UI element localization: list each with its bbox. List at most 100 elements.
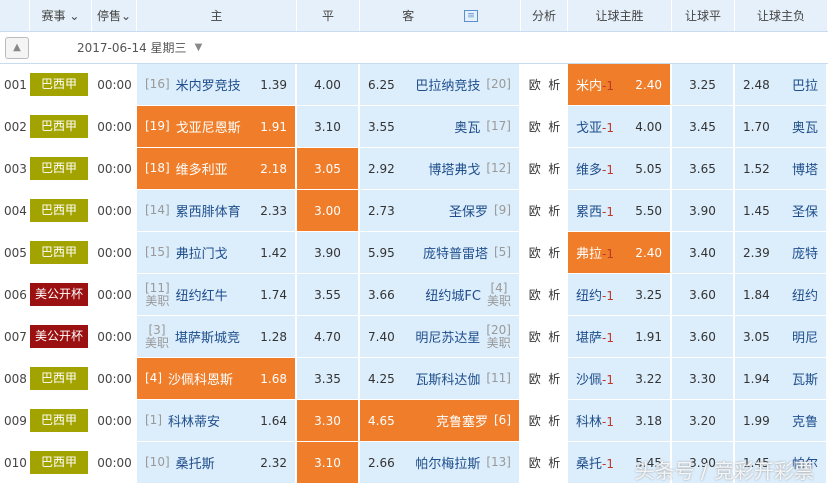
home-win-cell[interactable]: [11] 美职 纽约红牛 1.74 (137, 274, 297, 315)
away-win-cell[interactable]: 2.73 圣保罗 [9] (360, 190, 521, 231)
odds-link[interactable]: 欧 (529, 328, 541, 345)
draw-cell[interactable]: 3.90 (297, 232, 360, 273)
analysis-link[interactable]: 析 (548, 118, 560, 135)
hh-win-cell[interactable]: 维多-1 5.05 (568, 148, 672, 189)
hh-win-cell[interactable]: 戈亚-1 4.00 (568, 106, 672, 147)
hh-win-cell[interactable]: 科林-1 3.18 (568, 400, 672, 441)
stop-time: 00:00 (97, 77, 132, 92)
odds: 3.40 (689, 245, 716, 260)
analysis-link[interactable]: 析 (548, 76, 560, 93)
odds-link[interactable]: 欧 (529, 370, 541, 387)
league-badge[interactable]: 巴西甲 (30, 115, 88, 138)
away-win-cell[interactable]: 2.66 帕尔梅拉斯 [13] (360, 442, 521, 483)
league-badge[interactable]: 巴西甲 (30, 73, 88, 96)
analysis-link[interactable]: 析 (548, 370, 560, 387)
hh-draw-cell[interactable]: 3.30 (672, 358, 735, 399)
hh-lose-cell[interactable]: 2.39 庞特 (735, 232, 828, 273)
away-win-cell[interactable]: 3.55 奥瓦 [17] (360, 106, 521, 147)
draw-cell[interactable]: 3.10 (297, 442, 360, 483)
home-win-cell[interactable]: [4] 沙佩科恩斯 1.68 (137, 358, 297, 399)
stop-time: 00:00 (97, 371, 132, 386)
odds: 6.25 (368, 77, 395, 92)
league-badge[interactable]: 美公开杯 (30, 325, 88, 348)
analysis-link[interactable]: 析 (548, 328, 560, 345)
analysis-link[interactable]: 析 (548, 286, 560, 303)
analysis-link[interactable]: 析 (548, 244, 560, 261)
list-icon[interactable]: ≡ (464, 9, 478, 22)
analysis-link[interactable]: 析 (548, 454, 560, 471)
draw-cell[interactable]: 3.30 (297, 400, 360, 441)
hh-win-cell[interactable]: 堪萨-1 1.91 (568, 316, 672, 357)
hh-draw-cell[interactable]: 3.20 (672, 400, 735, 441)
draw-cell[interactable]: 3.05 (297, 148, 360, 189)
odds: 4.00 (635, 119, 662, 134)
draw-cell[interactable]: 3.55 (297, 274, 360, 315)
league-badge[interactable]: 巴西甲 (30, 367, 88, 390)
draw-cell[interactable]: 3.35 (297, 358, 360, 399)
hh-draw-cell[interactable]: 3.25 (672, 64, 735, 105)
home-win-cell[interactable]: [15] 弗拉门戈 1.42 (137, 232, 297, 273)
hh-draw-cell[interactable]: 3.45 (672, 106, 735, 147)
away-win-cell[interactable]: 4.25 瓦斯科达伽 [11] (360, 358, 521, 399)
draw-cell[interactable]: 4.00 (297, 64, 360, 105)
home-win-cell[interactable]: [18] 维多利亚 2.18 (137, 148, 297, 189)
home-win-cell[interactable]: [16] 米内罗竞技 1.39 (137, 64, 297, 105)
draw-cell[interactable]: 4.70 (297, 316, 360, 357)
collapse-button[interactable]: ▲ (5, 36, 29, 59)
away-team: 奥瓦 (454, 121, 481, 136)
hh-lose-cell[interactable]: 1.94 瓦斯 (735, 358, 828, 399)
hh-draw-cell[interactable]: 3.60 (672, 274, 735, 315)
hh-win-cell[interactable]: 累西-1 5.50 (568, 190, 672, 231)
league-badge[interactable]: 美公开杯 (30, 283, 88, 306)
odds-link[interactable]: 欧 (529, 118, 541, 135)
league-badge[interactable]: 巴西甲 (30, 157, 88, 180)
hh-win-cell[interactable]: 纽约-1 3.25 (568, 274, 672, 315)
away-win-cell[interactable]: 3.66 纽约城FC [4] 美职 (360, 274, 521, 315)
hh-lose-cell[interactable]: 1.70 奥瓦 (735, 106, 828, 147)
odds: 1.64 (260, 413, 287, 428)
away-win-cell[interactable]: 4.65 克鲁塞罗 [6] (360, 400, 521, 441)
odds-link[interactable]: 欧 (529, 244, 541, 261)
hh-win-cell[interactable]: 沙佩-1 3.22 (568, 358, 672, 399)
hh-lose-cell[interactable]: 1.45 圣保 (735, 190, 828, 231)
hh-lose-cell[interactable]: 1.52 博塔 (735, 148, 828, 189)
stop-filter[interactable]: 停售 ⌄ (92, 0, 137, 31)
home-win-cell[interactable]: [14] 累西腓体育 2.33 (137, 190, 297, 231)
away-win-cell[interactable]: 7.40 明尼苏达星 [20] 美职 (360, 316, 521, 357)
odds-link[interactable]: 欧 (529, 412, 541, 429)
hh-lose-cell[interactable]: 1.84 纽约 (735, 274, 828, 315)
league-filter[interactable]: 赛事 ⌄ (30, 0, 92, 31)
away-win-cell[interactable]: 5.95 庞特普雷塔 [5] (360, 232, 521, 273)
analysis-link[interactable]: 析 (548, 412, 560, 429)
home-win-cell[interactable]: [10] 桑托斯 2.32 (137, 442, 297, 483)
home-win-cell[interactable]: [1] 科林蒂安 1.64 (137, 400, 297, 441)
home-win-cell[interactable]: [19] 戈亚尼恩斯 1.91 (137, 106, 297, 147)
triangle-down-icon[interactable]: ▼ (195, 42, 203, 53)
away-win-cell[interactable]: 2.92 博塔弗戈 [12] (360, 148, 521, 189)
hh-lose-cell[interactable]: 1.99 克鲁 (735, 400, 828, 441)
date-label[interactable]: 2017-06-14 星期三 (77, 39, 187, 56)
odds-link[interactable]: 欧 (529, 202, 541, 219)
league-badge[interactable]: 巴西甲 (30, 241, 88, 264)
analysis-link[interactable]: 析 (548, 160, 560, 177)
draw-cell[interactable]: 3.00 (297, 190, 360, 231)
hh-draw-cell[interactable]: 3.60 (672, 316, 735, 357)
odds-link[interactable]: 欧 (529, 454, 541, 471)
hh-win-cell[interactable]: 弗拉-1 2.40 (568, 232, 672, 273)
league-badge[interactable]: 巴西甲 (30, 409, 88, 432)
hh-lose-cell[interactable]: 2.48 巴拉 (735, 64, 828, 105)
hh-lose-cell[interactable]: 3.05 明尼 (735, 316, 828, 357)
odds-link[interactable]: 欧 (529, 286, 541, 303)
hh-draw-cell[interactable]: 3.90 (672, 190, 735, 231)
odds-link[interactable]: 欧 (529, 76, 541, 93)
hh-draw-cell[interactable]: 3.65 (672, 148, 735, 189)
hh-draw-cell[interactable]: 3.40 (672, 232, 735, 273)
away-win-cell[interactable]: 6.25 巴拉纳竞技 [20] (360, 64, 521, 105)
odds-link[interactable]: 欧 (529, 160, 541, 177)
league-badge[interactable]: 巴西甲 (30, 199, 88, 222)
draw-cell[interactable]: 3.10 (297, 106, 360, 147)
hh-win-cell[interactable]: 米内-1 2.40 (568, 64, 672, 105)
league-badge[interactable]: 巴西甲 (30, 451, 88, 474)
analysis-link[interactable]: 析 (548, 202, 560, 219)
home-win-cell[interactable]: [3] 美职 堪萨斯城竞 1.28 (137, 316, 297, 357)
